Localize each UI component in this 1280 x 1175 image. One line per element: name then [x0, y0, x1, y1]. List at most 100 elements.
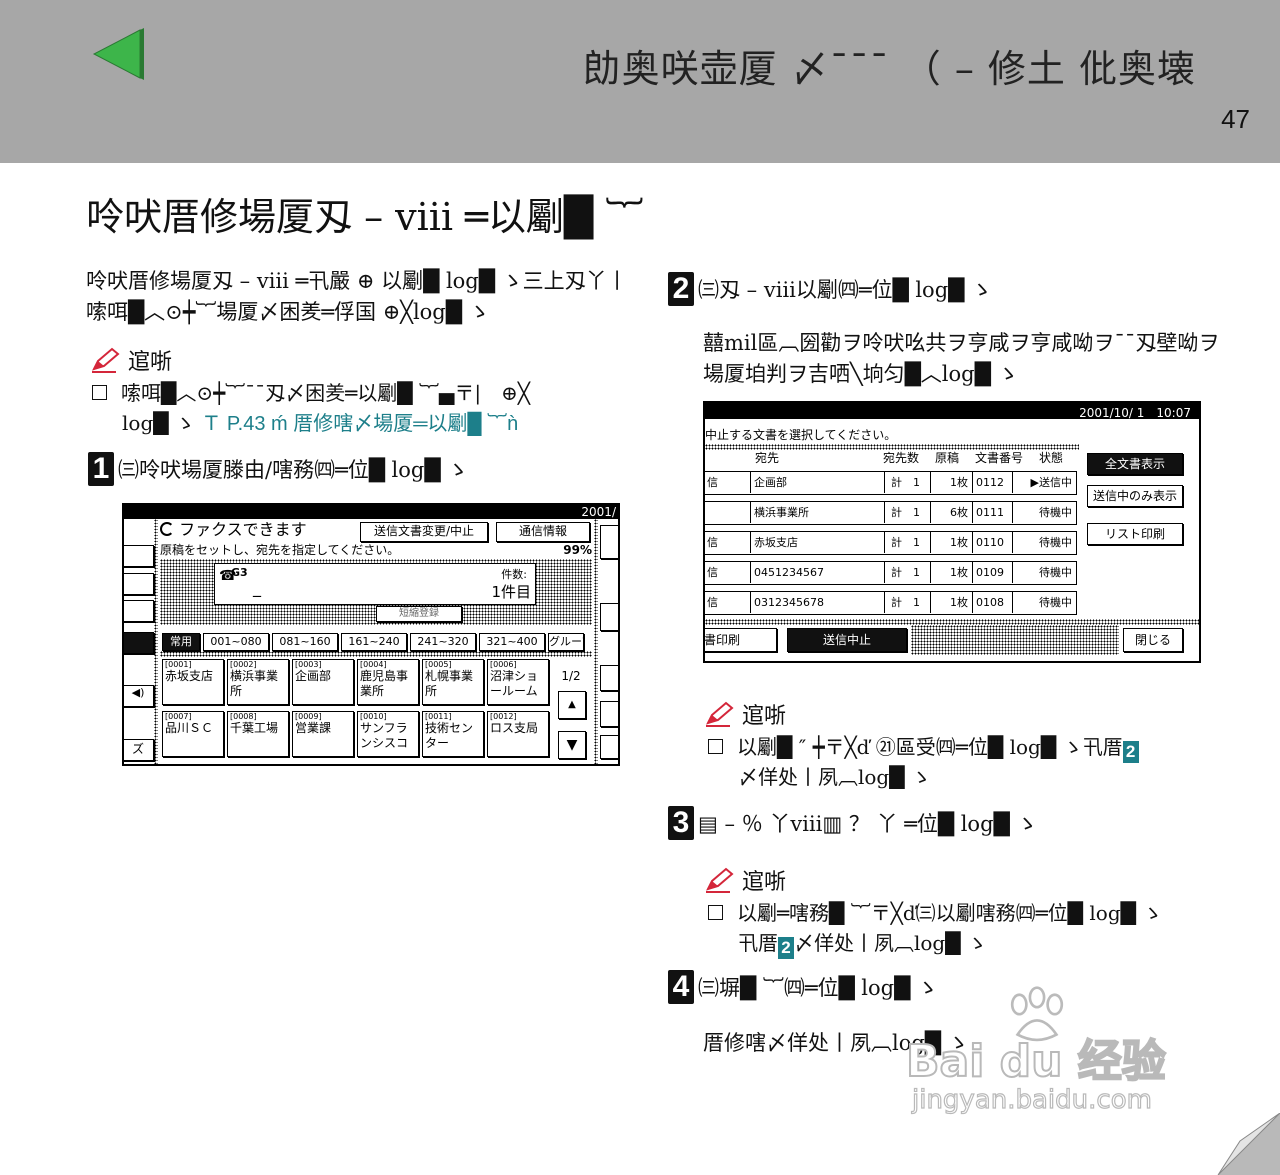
dest-label: G3 [231, 566, 248, 579]
table-row[interactable]: 信 赤坂支店計 1 1枚 0110 待機中 [705, 531, 1077, 555]
table-row[interactable]: 信 企画部計 1 1枚 0112 ▶送信中 [705, 471, 1077, 495]
ready-indicator-icon [160, 522, 174, 536]
note-heading: 逭哳 [90, 344, 172, 376]
dest-key[interactable]: [0002] 横浜事業所 [227, 659, 289, 705]
print-list-button[interactable]: リスト印刷 [1087, 523, 1183, 545]
cell-pages: 1枚 [930, 562, 972, 583]
dest-key-name: 鹿児島事業所 [360, 669, 409, 698]
cell-cnt: 計 1 [884, 532, 930, 553]
dest-key-name: 企画部 [295, 669, 332, 683]
right-edge-button-5[interactable] [600, 735, 618, 759]
dest-key-name: 営業課 [295, 721, 332, 735]
dest-key[interactable]: [0003] 企画部 [292, 659, 354, 705]
cancel-sending-button[interactable]: 送信中止 [787, 628, 907, 652]
checkbox-bullet-icon [92, 385, 107, 400]
table-row[interactable]: 信 0451234567 計 1 1枚 0109 待機中 [705, 561, 1077, 585]
dest-tab-6[interactable]: グループ [548, 633, 584, 651]
dest-key-code: [0008] [230, 712, 257, 721]
cell-pre: 信 [707, 536, 718, 549]
dest-key[interactable]: [0006] 沼津ショールーム [487, 659, 549, 705]
dest-tab-1[interactable]: 001~080 [203, 633, 269, 651]
speed-dial-program-button[interactable]: 短縮登録 [376, 606, 462, 622]
cell-pages: 1枚 [930, 472, 972, 493]
left-tab-5[interactable]: ◀) [124, 685, 154, 707]
dest-tab-2[interactable]: 081~160 [272, 633, 338, 651]
doc-print-button[interactable]: 書印刷 [705, 628, 777, 652]
note-2-bullet: 以劚═嗐務█ ︸〒╳ď㈢以劚嗐務㈣═位█ log█ ゝ [708, 898, 1162, 929]
right-edge-button-3[interactable] [600, 665, 618, 691]
page-indicator: 1/2 [561, 669, 581, 683]
cell-num: 0109 [972, 562, 1012, 583]
page-curl-icon[interactable] [1210, 1113, 1280, 1175]
fax-screen-1: 2001/ ◀) ズ ファクスできます 送信文書変更/中止 通信情報 原稿をセッ… [122, 503, 620, 766]
left-tab-2[interactable] [124, 573, 154, 595]
cell-cnt: 計 1 [884, 502, 930, 523]
cell-dest: 0451234567 [750, 562, 884, 583]
down-arrow-icon: ▼ [566, 737, 578, 753]
cell-pre: 信 [707, 596, 718, 609]
dest-key[interactable]: [0012] ロス支局 [487, 711, 549, 757]
col-header-docnum: 文書番号 [975, 451, 1024, 465]
page-down-button[interactable]: ▼ [558, 731, 586, 759]
step-3-text: ▤ – ％ 丫ⅷ▥ ？ 丫 ═位█ log█ ゝ [698, 812, 1038, 836]
dest-key-name: 沼津ショールーム [490, 669, 539, 698]
destination-box[interactable]: ☎ G3 _ 件数: 1件目 [214, 563, 536, 605]
step-2: 2 ㈢刄 – ⅷ以劚㈣═位█ log█ ゝ [668, 272, 992, 306]
dest-key-code: [0011] [425, 712, 452, 721]
page-up-button[interactable]: ▲ [558, 691, 586, 719]
pencil-icon [706, 867, 734, 893]
show-sending-only-button[interactable]: 送信中のみ表示 [1087, 485, 1183, 507]
right-edge-button-2[interactable] [600, 603, 618, 631]
dest-key[interactable]: [0004] 鹿児島事業所 [357, 659, 419, 705]
cell-status: 待機中 [1012, 502, 1076, 523]
dest-key[interactable]: [0001] 赤坂支店 [162, 659, 224, 705]
dest-key-code: [0003] [295, 660, 322, 669]
comm-info-button[interactable]: 通信情報 [496, 522, 590, 542]
cell-cnt: 計 1 [884, 562, 930, 583]
change-doc-button[interactable]: 送信文書変更/中止 [360, 522, 488, 542]
pencil-icon [706, 701, 734, 727]
step-ref-2: 2 [1122, 741, 1139, 763]
cell-cnt: 計 1 [884, 592, 930, 613]
dest-key[interactable]: [0011] 技術センター [422, 711, 484, 757]
close-button[interactable]: 閉じる [1123, 628, 1183, 652]
dest-value: _ [253, 578, 261, 597]
dest-key-code: [0009] [295, 712, 322, 721]
col-header-status: 状態 [1039, 451, 1064, 465]
dest-key[interactable]: [0008] 千葉工場 [227, 711, 289, 757]
dest-key-code: [0001] [165, 660, 192, 669]
step-ref-2b: 2 [778, 937, 794, 959]
dest-key[interactable]: [0005] 札幌事業所 [422, 659, 484, 705]
note-1-label: 逭哳 [742, 704, 787, 729]
left-tab-3[interactable] [124, 600, 154, 622]
left-tab-1[interactable] [124, 545, 154, 567]
count-label: 件数: [501, 568, 527, 581]
fax-screen-2: 2001/10/ 1 10:07 中止する文書を選択してください。 宛先 宛先数… [703, 401, 1201, 663]
left-tab-6[interactable]: ズ [124, 739, 154, 761]
up-arrow-icon: ▲ [568, 699, 576, 710]
dest-key[interactable]: [0010] サンフランシスコ [357, 711, 419, 757]
left-tab-4[interactable] [124, 632, 154, 654]
dest-tab-0[interactable]: 常用 [162, 633, 200, 651]
dest-key-name: 千葉工場 [230, 721, 279, 735]
table-row[interactable]: 信 0312345678 計 1 1枚 0108 待機中 [705, 591, 1077, 615]
dest-key-name: 横浜事業所 [230, 669, 279, 698]
right-edge-button-1[interactable] [600, 525, 618, 559]
page-ref-link[interactable]: Ｔ P.43 ḿ 厝修嗐〆場厦═以劚█ ︸ǹ [201, 413, 518, 435]
right-edge-button-4[interactable] [600, 701, 618, 727]
dest-tab-4[interactable]: 241~320 [410, 633, 476, 651]
show-all-docs-button[interactable]: 全文書表示 [1087, 453, 1183, 475]
cell-dest: 企画部 [750, 472, 884, 493]
dest-key[interactable]: [0007] 品川ＳＣ [162, 711, 224, 757]
dest-key[interactable]: [0009] 営業課 [292, 711, 354, 757]
back-arrow-icon[interactable] [92, 28, 146, 80]
intro-line-2: 嗦咡█︿⊙┿︸場厦〆困羑═俘国 ⊕╳log█ ゝ [86, 300, 490, 324]
step-2-number: 2 [668, 272, 694, 306]
cell-num: 0108 [972, 592, 1012, 613]
cell-status: 待機中 [1012, 562, 1076, 583]
dest-tab-5[interactable]: 321~400 [479, 633, 545, 651]
dest-tab-3[interactable]: 161~240 [341, 633, 407, 651]
dest-key-code: [0005] [425, 660, 452, 669]
status-text: ファクスできます [179, 520, 307, 539]
table-row[interactable]: 横浜事業所計 1 6枚 0111 待機中 [705, 501, 1077, 525]
